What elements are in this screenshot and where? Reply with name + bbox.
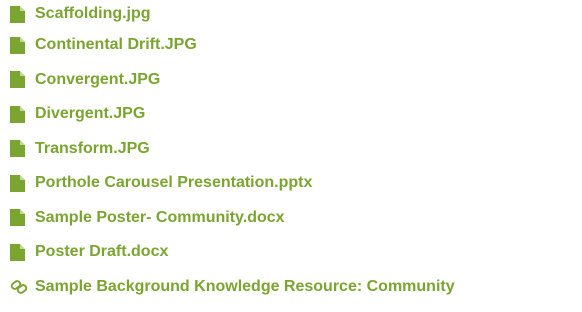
file-icon [10, 36, 30, 54]
file-link[interactable]: Continental Drift.JPG [10, 36, 197, 54]
file-icon [10, 71, 30, 89]
file-link[interactable]: Transform.JPG [10, 140, 150, 158]
list-item: Scaffolding.jpg [0, 0, 582, 28]
file-icon [10, 209, 30, 227]
list-item: Sample Poster- Community.docx [0, 201, 582, 236]
file-link[interactable]: Porthole Carousel Presentation.pptx [10, 174, 312, 192]
list-item: Convergent.JPG [0, 63, 582, 98]
file-link[interactable]: Poster Draft.docx [10, 243, 168, 261]
link-icon [10, 278, 30, 296]
file-icon [10, 5, 30, 23]
resource-link[interactable]: Sample Background Knowledge Resource: Co… [10, 278, 455, 296]
file-link[interactable]: Divergent.JPG [10, 105, 145, 123]
file-icon [10, 174, 30, 192]
link-name: Sample Background Knowledge Resource: Co… [35, 277, 455, 295]
file-link[interactable]: Sample Poster- Community.docx [10, 209, 285, 227]
file-name: Porthole Carousel Presentation.pptx [35, 174, 313, 192]
file-link[interactable]: Scaffolding.jpg [10, 5, 151, 23]
list-item: Divergent.JPG [0, 97, 582, 132]
file-icon [10, 140, 30, 158]
file-name: Convergent.JPG [35, 70, 161, 88]
file-link[interactable]: Convergent.JPG [10, 71, 160, 89]
list-item: Transform.JPG [0, 132, 582, 167]
list-item: Porthole Carousel Presentation.pptx [0, 166, 582, 201]
list-item: Poster Draft.docx [0, 235, 582, 270]
file-name: Sample Poster- Community.docx [35, 208, 285, 226]
file-name: Transform.JPG [35, 139, 150, 157]
file-name: Poster Draft.docx [35, 243, 169, 261]
file-icon [10, 243, 30, 261]
file-icon [10, 105, 30, 123]
list-item: Sample Background Knowledge Resource: Co… [0, 270, 582, 305]
file-name: Divergent.JPG [35, 105, 146, 123]
file-list: Scaffolding.jpg Continental Drift.JPG Co… [0, 0, 582, 304]
list-item: Continental Drift.JPG [0, 28, 582, 63]
file-name: Scaffolding.jpg [35, 5, 151, 22]
file-name: Continental Drift.JPG [35, 36, 197, 54]
